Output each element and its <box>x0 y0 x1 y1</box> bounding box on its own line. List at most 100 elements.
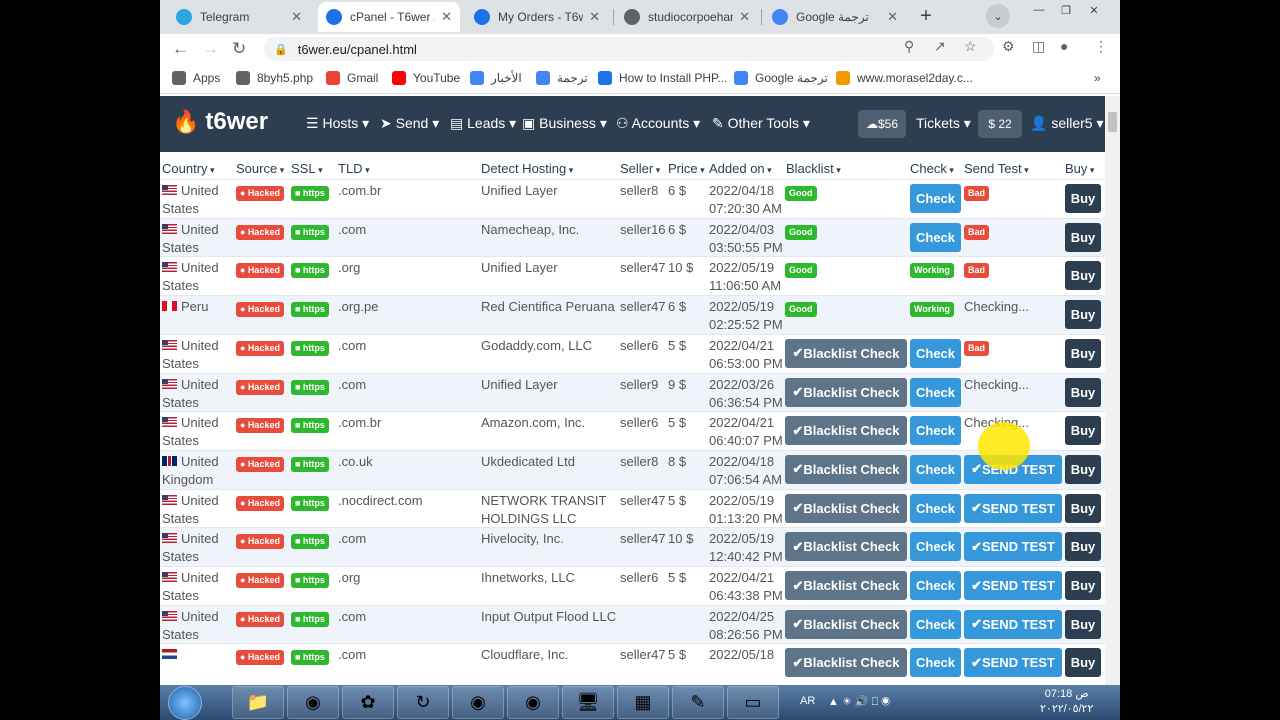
bookmark-item[interactable]: YouTube <box>392 71 460 85</box>
calculator-app-icon[interactable]: ▦ <box>617 686 669 719</box>
reload-icon[interactable]: ↻ <box>232 39 246 59</box>
buy-button[interactable]: Buy <box>1065 609 1101 639</box>
nav-item-send[interactable]: ➤ Send ▾ <box>380 115 439 132</box>
column-header-seller[interactable]: Seller ▾ <box>620 161 660 176</box>
send-test-button[interactable]: ✔ SEND TEST <box>964 493 1062 523</box>
language-indicator[interactable]: AR <box>800 695 815 707</box>
blacklist-check-button[interactable]: ✔ Blacklist Check <box>785 609 907 639</box>
buy-button[interactable]: Buy <box>1065 377 1101 407</box>
bookmark-item[interactable]: Google ترجمة <box>734 71 828 85</box>
buy-button[interactable]: Buy <box>1065 493 1101 523</box>
check-button[interactable]: Check <box>910 377 961 407</box>
minimize-icon[interactable]: — <box>1025 2 1053 18</box>
remote-desktop-app-icon[interactable]: 🖥 <box>562 686 614 719</box>
scrollbar-thumb[interactable] <box>1108 112 1117 132</box>
bookmark-item[interactable]: How to Install PHP... <box>598 71 728 85</box>
share-icon[interactable]: ↗ <box>934 38 946 55</box>
nav-item-hosts[interactable]: ☰ Hosts ▾ <box>306 115 369 132</box>
taskbar-clock[interactable]: 07:18 ص ٢٠٢٢/٠٥/٢٢ <box>1040 687 1093 717</box>
check-button[interactable]: Check <box>910 571 961 600</box>
balance-pill[interactable]: ☁ $56 <box>858 110 906 138</box>
column-header-check[interactable]: Check ▾ <box>910 161 954 176</box>
buy-button[interactable]: Buy <box>1065 338 1101 368</box>
buy-button[interactable]: Buy <box>1065 222 1101 252</box>
notes-app-icon[interactable]: ✎ <box>672 686 724 719</box>
buy-button[interactable]: Buy <box>1065 454 1101 484</box>
restore-icon[interactable]: ❐ <box>1052 2 1080 18</box>
column-header-country[interactable]: Country ▾ <box>162 161 215 176</box>
bookmarks-overflow-icon[interactable]: » <box>1094 71 1101 85</box>
nav-item-leads[interactable]: ▤ Leads ▾ <box>450 115 516 132</box>
column-header-added-on[interactable]: Added on ▾ <box>709 161 772 176</box>
check-button[interactable]: Check <box>910 184 961 213</box>
blacklist-check-button[interactable]: ✔ Blacklist Check <box>785 454 907 484</box>
close-icon[interactable]: ✕ <box>739 9 750 25</box>
nav-item-other-tools[interactable]: ✎ Other Tools ▾ <box>712 115 810 132</box>
new-tab-icon[interactable]: + <box>914 4 938 28</box>
user-menu[interactable]: 👤 seller5 ▾ <box>1030 115 1104 132</box>
check-button[interactable]: Check <box>910 338 961 368</box>
close-window-icon[interactable]: ✕ <box>1080 2 1108 18</box>
nav-item-accounts[interactable]: ⚇ Accounts ▾ <box>616 115 700 132</box>
window-app-icon[interactable]: ▭ <box>727 686 779 719</box>
tickets-menu[interactable]: Tickets ▾ <box>916 115 971 132</box>
check-button[interactable]: Check <box>910 532 961 562</box>
check-button[interactable]: Check <box>910 609 961 639</box>
chrome-profile2-app-icon[interactable]: ◉ <box>507 686 559 719</box>
close-icon[interactable]: ✕ <box>887 9 898 25</box>
browser-tab[interactable]: Google ترجمة ✕ <box>764 2 906 32</box>
extensions-icon[interactable]: ⚙ <box>1002 38 1015 55</box>
line-app-icon[interactable]: ✿ <box>342 686 394 719</box>
zoom-icon[interactable]: ⚲ <box>904 38 914 55</box>
column-header-tld[interactable]: TLD ▾ <box>338 161 370 176</box>
bookmark-item[interactable]: Gmail <box>326 71 378 85</box>
browser-tab[interactable]: My Orders - T6we ✕ <box>466 2 608 32</box>
buy-button[interactable]: Buy <box>1065 532 1101 562</box>
blacklist-check-button[interactable]: ✔ Blacklist Check <box>785 416 907 446</box>
url-bar[interactable]: 🔒 t6wer.eu/cpanel.html <box>264 37 994 61</box>
check-button[interactable]: Check <box>910 222 961 252</box>
nav-item-business[interactable]: ▣ Business ▾ <box>522 115 607 132</box>
buy-button[interactable]: Buy <box>1065 184 1101 213</box>
check-button[interactable]: Check <box>910 454 961 484</box>
bookmark-item[interactable]: الأخبار <box>470 71 522 85</box>
blacklist-check-button[interactable]: ✔ Blacklist Check <box>785 493 907 523</box>
bookmark-item[interactable]: ترجمة <box>536 71 588 85</box>
browser-tab[interactable]: studiocorpoeham ✕ <box>616 2 758 32</box>
start-button[interactable] <box>168 686 202 720</box>
column-header-detect-hosting[interactable]: Detect Hosting ▾ <box>481 161 573 176</box>
back-icon[interactable]: ← <box>172 39 189 59</box>
chrome-app-icon[interactable]: ◉ <box>287 686 339 719</box>
browser-tab[interactable]: cPanel - T6wer Sh ✕ <box>318 2 460 32</box>
blacklist-check-button[interactable]: ✔ Blacklist Check <box>785 532 907 562</box>
close-icon[interactable]: ✕ <box>589 9 600 25</box>
send-test-button[interactable]: ✔ SEND TEST <box>964 648 1062 678</box>
send-test-button[interactable]: ✔ SEND TEST <box>964 571 1062 600</box>
swirl-app-icon[interactable]: ↻ <box>397 686 449 719</box>
column-header-buy[interactable]: Buy ▾ <box>1065 161 1094 176</box>
column-header-blacklist[interactable]: Blacklist ▾ <box>786 161 841 176</box>
column-header-send-test[interactable]: Send Test ▾ <box>964 161 1029 176</box>
profile-icon[interactable]: ● <box>1060 38 1068 54</box>
close-icon[interactable]: ✕ <box>291 9 302 25</box>
buy-button[interactable]: Buy <box>1065 261 1101 291</box>
chrome-profile-app-icon[interactable]: ◉ <box>452 686 504 719</box>
blacklist-check-button[interactable]: ✔ Blacklist Check <box>785 377 907 407</box>
check-button[interactable]: Check <box>910 416 961 446</box>
bookmark-item[interactable]: 8byh5.php <box>236 71 313 85</box>
blacklist-check-button[interactable]: ✔ Blacklist Check <box>785 648 907 678</box>
bookmark-item[interactable]: www.morasel2day.c... <box>836 71 973 85</box>
tray-icons[interactable]: ▲ ☀ 🔊 ⎕ ◉ <box>828 695 890 709</box>
column-header-price[interactable]: Price ▾ <box>668 161 705 176</box>
blacklist-check-button[interactable]: ✔ Blacklist Check <box>785 571 907 600</box>
column-header-source[interactable]: Source ▾ <box>236 161 284 176</box>
menu-icon[interactable]: ⋮ <box>1094 38 1108 55</box>
forward-icon[interactable]: → <box>202 39 219 59</box>
check-button[interactable]: Check <box>910 648 961 678</box>
buy-button[interactable]: Buy <box>1065 571 1101 600</box>
site-logo[interactable]: 🔥 t6wer <box>172 108 268 136</box>
check-button[interactable]: Check <box>910 493 961 523</box>
close-icon[interactable]: ✕ <box>441 9 452 25</box>
tab-search-icon[interactable]: ⌄ <box>986 4 1010 28</box>
credit-pill[interactable]: $ 22 <box>978 110 1022 138</box>
